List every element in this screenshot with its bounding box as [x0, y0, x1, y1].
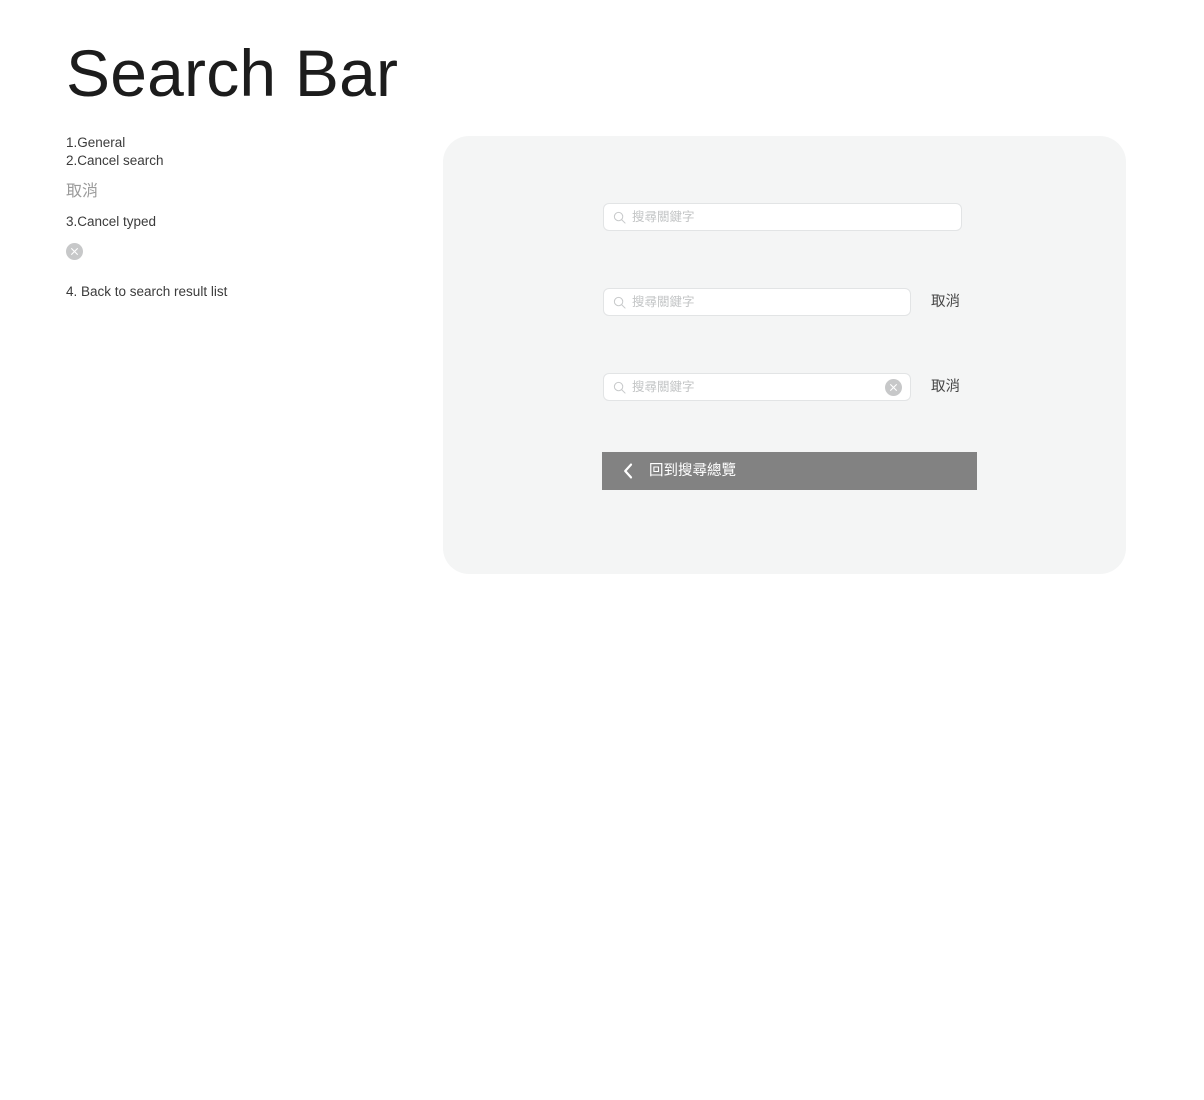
page-title: Search Bar — [66, 36, 399, 110]
annotation-sample-cancel-text: 取消 — [66, 183, 99, 200]
search-row-cancel-typed: 搜尋關鍵字 取消 — [603, 373, 960, 401]
search-input-cancel-typed[interactable]: 搜尋關鍵字 — [603, 373, 911, 401]
annotation-sample-clear-icon-wrap — [66, 243, 396, 261]
search-placeholder-cancel-search: 搜尋關鍵字 — [632, 295, 695, 309]
search-row-general: 搜尋關鍵字 — [603, 203, 962, 231]
cancel-button[interactable]: 取消 — [931, 378, 960, 396]
search-icon — [613, 211, 626, 224]
annotation-item-cancel-search: 2.Cancel search — [66, 153, 164, 168]
annotation-list: 1.General 2.Cancel search 取消 3.Cancel ty… — [66, 134, 396, 301]
search-icon — [613, 381, 626, 394]
search-placeholder-cancel-typed: 搜尋關鍵字 — [632, 380, 695, 394]
cancel-button[interactable]: 取消 — [931, 293, 960, 311]
search-placeholder-general: 搜尋關鍵字 — [632, 210, 695, 224]
chevron-left-icon — [624, 463, 633, 479]
clear-icon — [66, 243, 83, 261]
search-input-cancel-search[interactable]: 搜尋關鍵字 — [603, 288, 911, 316]
preview-panel: 搜尋關鍵字 搜尋關鍵字 取消 搜尋關鍵字 取消 回到搜尋總覽 — [443, 136, 1126, 574]
annotation-item-cancel-typed: 3.Cancel typed — [66, 214, 157, 229]
search-input-general[interactable]: 搜尋關鍵字 — [603, 203, 962, 231]
search-row-cancel-search: 搜尋關鍵字 取消 — [603, 288, 960, 316]
annotation-item-general: 1.General — [66, 135, 126, 150]
back-to-search-overview-bar[interactable]: 回到搜尋總覽 — [602, 452, 977, 490]
back-to-search-overview-label: 回到搜尋總覽 — [649, 463, 736, 479]
clear-input-icon[interactable] — [885, 378, 902, 396]
annotation-item-back-to-results: 4. Back to search result list — [66, 284, 228, 299]
search-icon — [613, 296, 626, 309]
